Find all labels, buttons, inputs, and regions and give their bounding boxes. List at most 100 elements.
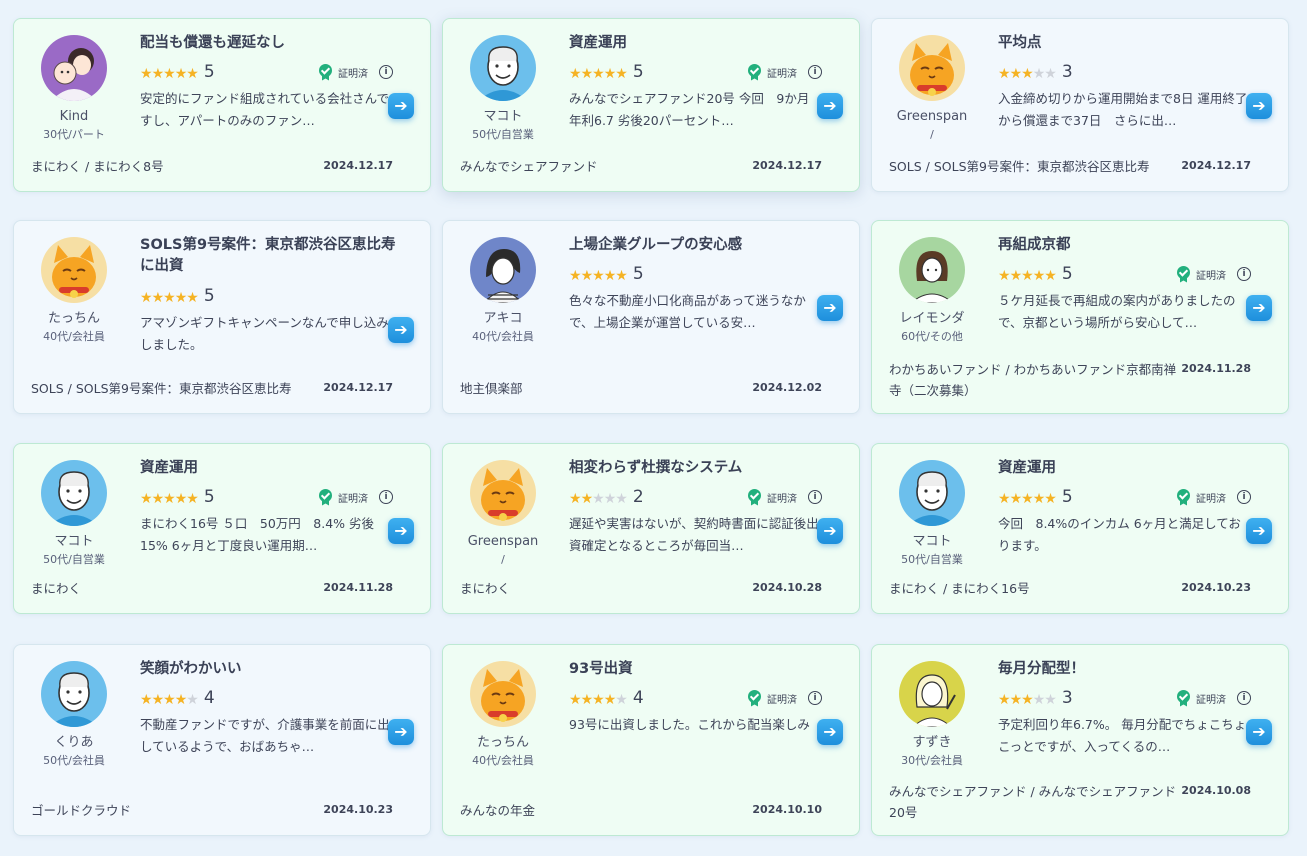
certified-ribbon-icon bbox=[319, 488, 332, 502]
fund-name[interactable]: まにわく / まにわく16号 bbox=[889, 578, 1179, 599]
review-excerpt: 今回 8.4%のインカム 6ヶ月と満足しております。 bbox=[998, 516, 1241, 553]
review-title[interactable]: 毎月分配型！ bbox=[998, 659, 1268, 680]
reviewer-attribute: / bbox=[501, 553, 505, 566]
star-filled-icon: ★ bbox=[140, 490, 153, 507]
info-icon[interactable]: i bbox=[808, 65, 822, 79]
stars: ★★★★★ bbox=[569, 689, 628, 708]
info-icon[interactable]: i bbox=[1237, 490, 1251, 504]
star-rating: ★★★★★ 5 bbox=[140, 286, 215, 306]
review-title[interactable]: 資産運用 bbox=[140, 458, 410, 479]
star-filled-icon: ★ bbox=[174, 65, 188, 82]
review-title[interactable]: 93号出資 bbox=[569, 659, 839, 680]
review-title[interactable]: 資産運用 bbox=[569, 33, 839, 54]
fund-name[interactable]: まにわく bbox=[460, 578, 750, 599]
info-icon[interactable]: i bbox=[808, 691, 822, 705]
star-filled-icon: ★ bbox=[615, 267, 628, 284]
star-rating: ★★★★★ 3 bbox=[998, 62, 1073, 82]
review-card[interactable]: たっちん 40代/会社員 93号出資 ★★★★★ 4 証明済 i 93号に出資し… bbox=[442, 644, 860, 836]
reviewer: くりあ 50代/会社員 bbox=[14, 661, 134, 768]
arrow-right-icon[interactable]: ➔ bbox=[1246, 295, 1272, 321]
review-card[interactable]: マコト 50代/自営業 資産運用 ★★★★★ 5 証明済 i みんなでシェアファ… bbox=[442, 18, 860, 192]
star-filled-icon: ★ bbox=[151, 289, 165, 306]
review-title[interactable]: 資産運用 bbox=[998, 458, 1268, 479]
star-empty-icon: ★ bbox=[1044, 65, 1057, 82]
arrow-right-icon[interactable]: ➔ bbox=[817, 719, 843, 745]
info-icon[interactable]: i bbox=[1237, 691, 1251, 705]
certified-ribbon-icon bbox=[1177, 265, 1190, 279]
review-card[interactable]: マコト 50代/自営業 資産運用 ★★★★★ 5 証明済 i まにわく16号 ５… bbox=[13, 443, 431, 614]
arrow-right-icon[interactable]: ➔ bbox=[1246, 719, 1272, 745]
arrow-right-icon[interactable]: ➔ bbox=[388, 719, 414, 745]
review-title[interactable]: SOLS第9号案件：東京都渋谷区恵比寿に出資 bbox=[140, 235, 410, 277]
review-title[interactable]: 平均点 bbox=[998, 33, 1268, 54]
fund-name[interactable]: SOLS / SOLS第9号案件：東京都渋谷区恵比寿 bbox=[31, 378, 321, 399]
fund-name[interactable]: SOLS / SOLS第9号案件：東京都渋谷区恵比寿 bbox=[889, 156, 1179, 177]
review-title[interactable]: 上場企業グループの安心感 bbox=[569, 235, 839, 256]
arrow-right-icon[interactable]: ➔ bbox=[1246, 93, 1272, 119]
review-card[interactable]: Greenspan / 相変わらず杜撰なシステム ★★★★★ 2 証明済 i 遅… bbox=[442, 443, 860, 614]
review-title[interactable]: 再組成京都 bbox=[998, 235, 1268, 256]
star-filled-icon: ★ bbox=[569, 490, 582, 507]
reviewer: マコト 50代/自営業 bbox=[872, 460, 992, 567]
review-date: 2024.10.28 bbox=[752, 581, 822, 594]
verified-badge: 証明済 i bbox=[748, 488, 822, 506]
star-filled-icon: ★ bbox=[186, 65, 199, 82]
fund-name[interactable]: みんなの年金 bbox=[460, 800, 750, 821]
arrow-right-icon[interactable]: ➔ bbox=[388, 518, 414, 544]
review-title[interactable]: 笑顔がわかいい bbox=[140, 659, 410, 680]
star-filled-icon: ★ bbox=[592, 267, 605, 284]
fund-name[interactable]: まにわく bbox=[31, 578, 321, 599]
review-card[interactable]: たっちん 40代/会社員 SOLS第9号案件：東京都渋谷区恵比寿に出資 ★★★★… bbox=[13, 220, 431, 414]
verified-badge: 証明済 i bbox=[1177, 689, 1251, 707]
fund-name[interactable]: わかちあいファンド / わかちあいファンド京都南禅寺（二次募集） bbox=[889, 359, 1179, 401]
review-card[interactable]: すずき 30代/会社員 毎月分配型！ ★★★★★ 3 証明済 i 予定利回り年6… bbox=[871, 644, 1289, 836]
rating-score: 5 bbox=[632, 62, 644, 82]
certified-ribbon-icon bbox=[1177, 488, 1190, 502]
review-title[interactable]: 配当も償還も遅延なし bbox=[140, 33, 410, 54]
arrow-right-icon[interactable]: ➔ bbox=[817, 295, 843, 321]
review-card[interactable]: マコト 50代/自営業 資産運用 ★★★★★ 5 証明済 i 今回 8.4%のイ… bbox=[871, 443, 1289, 614]
review-excerpt: 安定的にファンド組成されている会社さんですし、アパートのみのファン… bbox=[140, 91, 390, 128]
review-excerpt: 93号に出資しました。これから配当楽しみ bbox=[569, 717, 810, 732]
star-rating: ★★★★★ 5 bbox=[998, 487, 1073, 507]
rating-score: 3 bbox=[1061, 688, 1073, 708]
star-filled-icon: ★ bbox=[163, 490, 176, 507]
review-card[interactable]: アキコ 40代/会社員 上場企業グループの安心感 ★★★★★ 5 証明済 i 色… bbox=[442, 220, 860, 414]
arrow-right-icon[interactable]: ➔ bbox=[817, 93, 843, 119]
info-icon[interactable]: i bbox=[808, 490, 822, 504]
star-empty-icon: ★ bbox=[615, 490, 628, 507]
star-filled-icon: ★ bbox=[1044, 267, 1057, 284]
review-card[interactable]: Kind 30代/パート 配当も償還も遅延なし ★★★★★ 5 証明済 i 安定… bbox=[13, 18, 431, 192]
review-card[interactable]: くりあ 50代/会社員 笑顔がわかいい ★★★★★ 4 証明済 i 不動産ファン… bbox=[13, 644, 431, 836]
arrow-right-icon[interactable]: ➔ bbox=[388, 93, 414, 119]
review-date: 2024.12.02 bbox=[752, 381, 822, 394]
arrow-right-icon[interactable]: ➔ bbox=[817, 518, 843, 544]
star-filled-icon: ★ bbox=[163, 691, 176, 708]
info-icon[interactable]: i bbox=[379, 490, 393, 504]
fund-name[interactable]: 地主倶楽部 bbox=[460, 378, 750, 399]
star-filled-icon: ★ bbox=[603, 691, 617, 708]
old-man-avatar-icon bbox=[41, 460, 107, 526]
review-title[interactable]: 相変わらず杜撰なシステム bbox=[569, 458, 839, 479]
review-date: 2024.11.28 bbox=[1181, 362, 1251, 375]
reviewer-attribute: 30代/会社員 bbox=[901, 754, 963, 767]
info-icon[interactable]: i bbox=[379, 65, 393, 79]
review-card[interactable]: レイモンダ 60代/その他 再組成京都 ★★★★★ 5 証明済 i ５ケ月延長で… bbox=[871, 220, 1289, 414]
reviewer-nickname: すずき bbox=[912, 735, 952, 750]
reviewer-nickname: くりあ bbox=[54, 735, 94, 750]
certified-ribbon-icon bbox=[1177, 689, 1190, 703]
star-filled-icon: ★ bbox=[1032, 267, 1046, 284]
fund-name[interactable]: みんなでシェアファンド bbox=[460, 156, 750, 177]
info-icon[interactable]: i bbox=[1237, 267, 1251, 281]
fund-name[interactable]: まにわく / まにわく8号 bbox=[31, 156, 321, 177]
review-card[interactable]: Greenspan / 平均点 ★★★★★ 3 証明済 i 入金締め切りから運用… bbox=[871, 18, 1289, 192]
review-excerpt: 色々な不動産小口化商品があって迷うなかで、上場企業が運営している安… bbox=[569, 293, 806, 330]
stars: ★★★★★ bbox=[569, 265, 628, 284]
arrow-right-icon[interactable]: ➔ bbox=[388, 317, 414, 343]
arrow-right-icon[interactable]: ➔ bbox=[1246, 518, 1272, 544]
fund-name[interactable]: みんなでシェアファンド / みんなでシェアファンド20号 bbox=[889, 781, 1179, 823]
star-filled-icon: ★ bbox=[998, 267, 1011, 284]
reviewer-nickname: マコト bbox=[483, 109, 523, 124]
fund-name[interactable]: ゴールドクラウド bbox=[31, 800, 321, 821]
review-date: 2024.12.17 bbox=[323, 381, 393, 394]
